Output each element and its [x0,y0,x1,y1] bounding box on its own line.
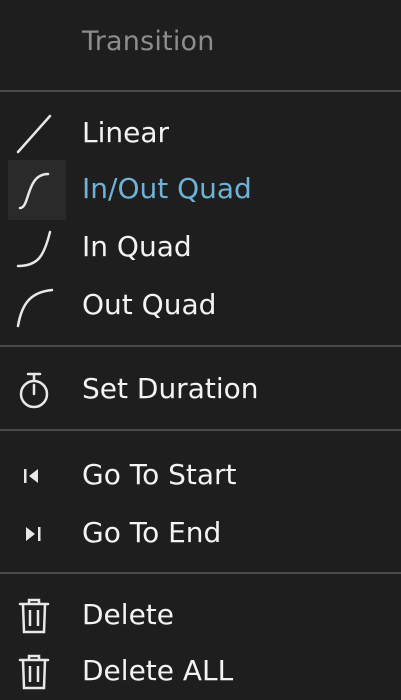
menu-item-set-duration[interactable]: Set Duration [0,360,401,418]
stopwatch-icon [12,368,56,412]
menu-item-label: In Quad [82,230,192,263]
menu-item-label: Go To Start [82,458,237,491]
menu-item-label: In/Out Quad [82,172,252,205]
go-to-end-icon [12,512,56,556]
menu-divider [0,90,401,92]
menu-item-label: Set Duration [82,372,259,405]
menu-item-in-out-quad[interactable]: In/Out Quad [0,160,401,220]
menu-item-label: Go To End [82,516,222,549]
in-quad-curve-icon [12,226,56,270]
menu-header: Transition [82,26,215,57]
menu-item-out-quad[interactable]: Out Quad [0,276,401,334]
menu-item-label: Out Quad [82,288,217,321]
menu-item-label: Linear [82,116,170,149]
out-quad-curve-icon [12,284,56,328]
menu-item-in-quad[interactable]: In Quad [0,218,401,276]
menu-item-go-to-end[interactable]: Go To End [0,504,401,562]
transition-context-menu: Transition Linear In/Out Quad In Quad Ou… [0,0,401,700]
trash-icon [12,650,56,694]
linear-curve-icon [12,112,56,156]
menu-item-linear[interactable]: Linear [0,104,401,162]
menu-item-go-to-start[interactable]: Go To Start [0,446,401,504]
trash-icon [12,594,56,638]
menu-item-delete-all[interactable]: Delete ALL [0,642,401,700]
menu-divider [0,345,401,347]
menu-divider [0,429,401,431]
menu-item-label: Delete ALL [82,654,234,687]
go-to-start-icon [12,454,56,498]
menu-item-label: Delete [82,598,174,631]
menu-divider [0,572,401,574]
in-out-quad-curve-icon [12,168,56,212]
menu-item-delete[interactable]: Delete [0,586,401,644]
